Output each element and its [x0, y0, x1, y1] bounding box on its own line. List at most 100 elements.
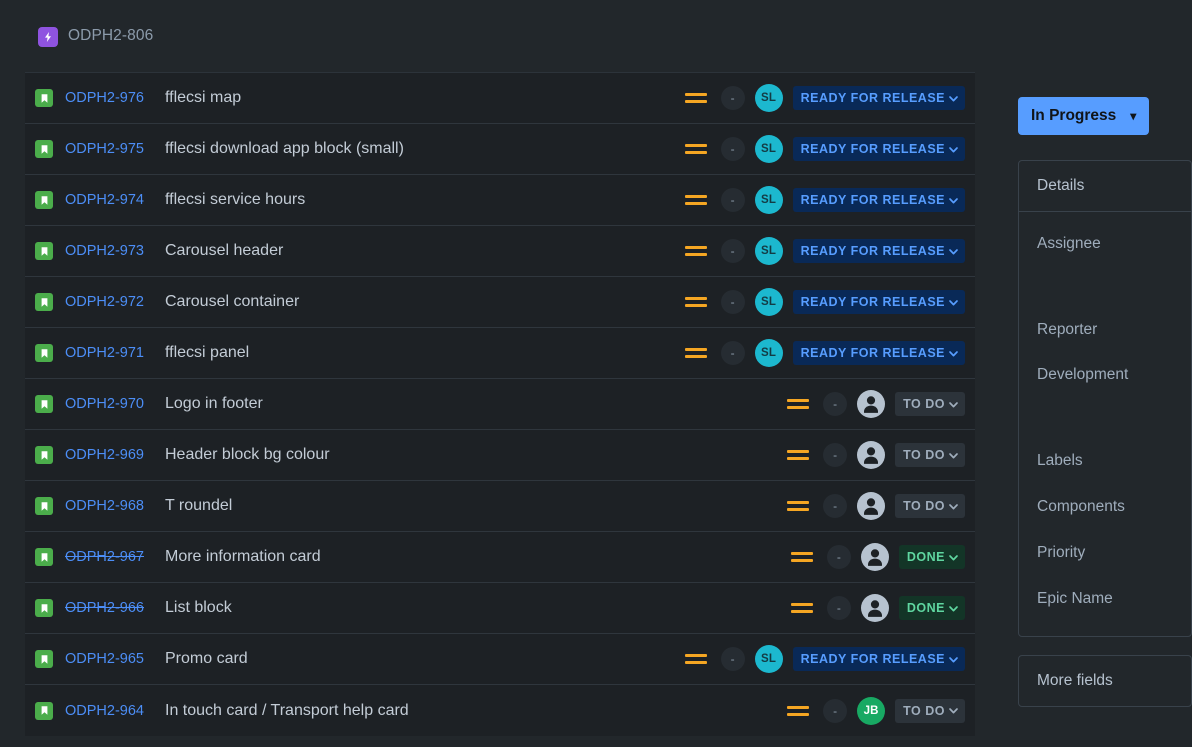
estimate-chip[interactable]: - — [826, 545, 851, 569]
status-badge[interactable]: READY FOR RELEASE — [792, 290, 965, 314]
priority-medium-icon[interactable] — [684, 651, 711, 667]
issue-key-link[interactable]: ODPH2-964 — [65, 703, 155, 719]
avatar[interactable] — [860, 594, 889, 622]
priority-medium-icon[interactable] — [684, 141, 711, 157]
details-card-header[interactable]: Details — [1019, 161, 1191, 212]
status-badge[interactable]: READY FOR RELEASE — [792, 647, 965, 671]
priority-medium-icon[interactable] — [787, 396, 813, 412]
priority-medium-icon[interactable] — [684, 192, 711, 208]
issue-summary[interactable]: fflecsi panel — [155, 344, 685, 362]
status-badge[interactable]: TO DO — [895, 698, 965, 723]
issue-summary[interactable]: fflecsi map — [155, 89, 685, 107]
issue-summary[interactable]: Header block bg colour — [155, 446, 787, 464]
table-row[interactable]: ODPH2-965 Promo card - SL READY FOR RELEASE — [25, 634, 975, 685]
detail-field-development[interactable]: Development — [1019, 353, 1191, 438]
estimate-chip[interactable]: - — [823, 494, 848, 518]
detail-field-reporter[interactable]: Reporter — [1019, 307, 1191, 353]
table-row[interactable]: ODPH2-964 In touch card / Transport help … — [25, 685, 975, 736]
issue-summary[interactable]: fflecsi service hours — [155, 191, 685, 209]
estimate-chip[interactable]: - — [826, 596, 851, 620]
status-badge[interactable]: TO DO — [895, 392, 965, 416]
avatar[interactable]: SL — [754, 339, 783, 367]
status-badge[interactable]: READY FOR RELEASE — [792, 341, 965, 365]
avatar[interactable]: SL — [754, 288, 783, 316]
avatar[interactable] — [857, 390, 886, 418]
table-row[interactable]: ODPH2-973 Carousel header - SL READY FOR REL… — [25, 226, 975, 277]
table-row[interactable]: ODPH2-969 Header block bg colour - TO DO — [25, 430, 975, 481]
priority-medium-icon[interactable] — [787, 703, 813, 719]
avatar[interactable]: SL — [754, 84, 783, 112]
status-badge[interactable]: TO DO — [895, 494, 965, 518]
table-row[interactable]: ODPH2-967 More information card - DONE — [25, 532, 975, 583]
detail-field-epic-name[interactable]: Epic Name — [1019, 576, 1191, 622]
estimate-chip[interactable]: - — [823, 392, 848, 416]
issue-summary[interactable]: fflecsi download app block (small) — [155, 140, 685, 158]
priority-medium-icon[interactable] — [790, 600, 817, 616]
avatar[interactable] — [860, 543, 889, 571]
estimate-chip[interactable]: - — [720, 137, 745, 161]
detail-field-components[interactable]: Components — [1019, 484, 1191, 530]
detail-field-priority[interactable]: Priority — [1019, 530, 1191, 576]
issue-key-link[interactable]: ODPH2-966 — [65, 600, 155, 616]
priority-medium-icon[interactable] — [684, 345, 711, 361]
avatar[interactable]: SL — [754, 645, 783, 673]
detail-field-assignee[interactable]: Assignee — [1019, 222, 1191, 307]
table-row[interactable]: ODPH2-970 Logo in footer - TO DO — [25, 379, 975, 430]
issue-summary[interactable]: More information card — [155, 548, 791, 566]
status-badge[interactable]: READY FOR RELEASE — [792, 86, 965, 110]
more-fields-header[interactable]: More fields — [1019, 656, 1191, 706]
issue-summary[interactable]: T roundel — [155, 497, 787, 515]
avatar[interactable]: SL — [754, 186, 783, 214]
table-row[interactable]: ODPH2-968 T roundel - TO DO — [25, 481, 975, 532]
issue-key-link[interactable]: ODPH2-972 — [65, 294, 155, 310]
priority-medium-icon[interactable] — [790, 549, 817, 565]
issue-summary[interactable]: Carousel header — [155, 242, 685, 260]
status-badge[interactable]: TO DO — [895, 443, 965, 467]
status-dropdown-button[interactable]: In Progress ▾ — [1018, 97, 1150, 135]
estimate-chip[interactable]: - — [720, 341, 745, 365]
avatar[interactable] — [857, 492, 886, 520]
avatar[interactable]: SL — [754, 237, 783, 265]
status-badge[interactable]: READY FOR RELEASE — [792, 239, 965, 263]
table-row[interactable]: ODPH2-966 List block - DONE — [25, 583, 975, 634]
estimate-chip[interactable]: - — [720, 290, 745, 314]
avatar[interactable]: SL — [754, 135, 783, 163]
issue-key-link[interactable]: ODPH2-971 — [65, 345, 155, 361]
detail-field-labels[interactable]: Labels — [1019, 438, 1191, 484]
issue-key-link[interactable]: ODPH2-965 — [65, 651, 155, 667]
issue-key-link[interactable]: ODPH2-976 — [65, 90, 155, 106]
status-badge[interactable]: DONE — [898, 596, 965, 620]
estimate-chip[interactable]: - — [720, 188, 745, 212]
estimate-chip[interactable]: - — [823, 698, 848, 723]
table-row[interactable]: ODPH2-975 fflecsi download app block (sma… — [25, 124, 975, 175]
issue-key-link[interactable]: ODPH2-974 — [65, 192, 155, 208]
priority-medium-icon[interactable] — [684, 90, 711, 106]
issue-key-link[interactable]: ODPH2-969 — [65, 447, 155, 463]
issue-key-link[interactable]: ODPH2-968 — [65, 498, 155, 514]
issue-summary[interactable]: Promo card — [155, 650, 685, 668]
issue-key-link[interactable]: ODPH2-970 — [65, 396, 155, 412]
estimate-chip[interactable]: - — [720, 239, 745, 263]
table-row[interactable]: ODPH2-976 fflecsi map - SL READY FOR RELEASE — [25, 73, 975, 124]
priority-medium-icon[interactable] — [787, 447, 813, 463]
issue-summary[interactable]: Carousel container — [155, 293, 685, 311]
priority-medium-icon[interactable] — [684, 294, 711, 310]
epic-key[interactable]: ODPH2-806 — [68, 27, 153, 45]
estimate-chip[interactable]: - — [720, 86, 745, 110]
estimate-chip[interactable]: - — [823, 443, 848, 467]
estimate-chip[interactable]: - — [720, 647, 745, 671]
table-row[interactable]: ODPH2-974 fflecsi service hours - SL READY F… — [25, 175, 975, 226]
status-badge[interactable]: READY FOR RELEASE — [792, 137, 965, 161]
table-row[interactable]: ODPH2-972 Carousel container - SL READY FOR … — [25, 277, 975, 328]
priority-medium-icon[interactable] — [787, 498, 813, 514]
issue-key-link[interactable]: ODPH2-967 — [65, 549, 155, 565]
status-badge[interactable]: DONE — [898, 545, 965, 569]
issue-summary[interactable]: List block — [155, 599, 791, 617]
avatar[interactable]: JB — [857, 696, 886, 725]
status-badge[interactable]: READY FOR RELEASE — [792, 188, 965, 212]
issue-key-link[interactable]: ODPH2-973 — [65, 243, 155, 259]
avatar[interactable] — [857, 441, 886, 469]
issue-summary[interactable]: In touch card / Transport help card — [155, 702, 787, 720]
table-row[interactable]: ODPH2-971 fflecsi panel - SL READY FOR RELEA… — [25, 328, 975, 379]
issue-key-link[interactable]: ODPH2-975 — [65, 141, 155, 157]
